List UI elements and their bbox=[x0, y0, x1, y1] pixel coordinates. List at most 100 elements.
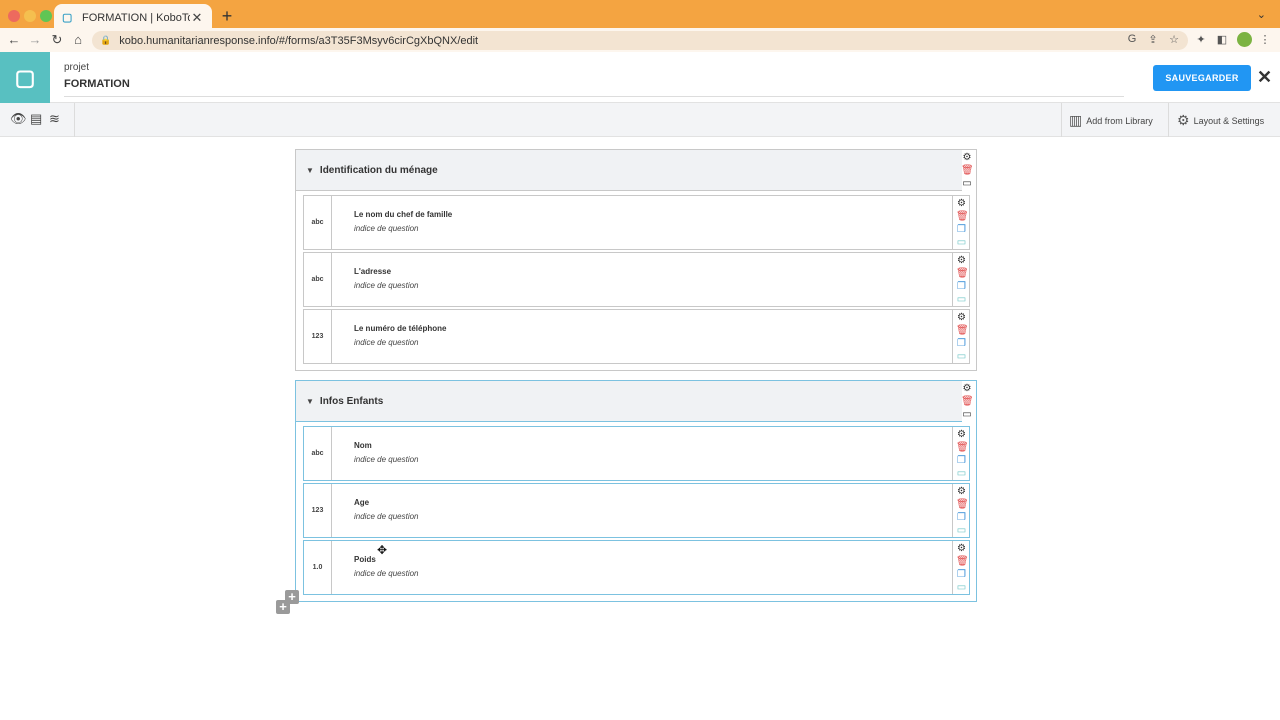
back-arrow-icon[interactable]: ← bbox=[6, 32, 22, 48]
add-question-button[interactable]: + bbox=[276, 600, 290, 614]
window-close-button[interactable] bbox=[8, 10, 20, 22]
question-library-folder-icon[interactable]: ▭ bbox=[956, 582, 967, 593]
group-questions-icon[interactable]: ≋ bbox=[49, 111, 60, 127]
close-builder-icon[interactable]: ✕ bbox=[1257, 67, 1272, 88]
profile-avatar[interactable] bbox=[1237, 32, 1252, 47]
group-header[interactable]: ▼ Identification du ménage bbox=[296, 150, 962, 191]
reload-icon[interactable]: ↻ bbox=[49, 32, 65, 48]
question-group[interactable]: ▼ Identification du ménage ⚙ 🗑 ▭ abc Le … bbox=[295, 149, 977, 371]
toolbar-divider bbox=[1061, 103, 1062, 137]
layout-settings-button[interactable]: ⚙ Layout & Settings bbox=[1177, 112, 1264, 129]
google-icon[interactable]: G bbox=[1125, 33, 1139, 45]
question-delete-trash-icon[interactable]: 🗑 bbox=[956, 556, 969, 567]
url-text: kobo.humanitarianresponse.info/#/forms/a… bbox=[119, 34, 479, 47]
question-delete-trash-icon[interactable]: 🗑 bbox=[956, 442, 969, 453]
question-settings-gear-icon[interactable]: ⚙ bbox=[956, 198, 967, 209]
question-hint[interactable]: indice de question bbox=[354, 569, 419, 578]
question-duplicate-icon[interactable]: ❐ bbox=[956, 338, 967, 349]
group-delete-trash-icon[interactable]: 🗑 bbox=[961, 396, 974, 408]
home-icon[interactable]: ⌂ bbox=[70, 32, 86, 48]
question-actions: ⚙ 🗑 ❐ ▭ bbox=[952, 541, 969, 594]
question-duplicate-icon[interactable]: ❐ bbox=[956, 455, 967, 466]
question-hint[interactable]: indice de question bbox=[354, 338, 419, 347]
layout-settings-label: Layout & Settings bbox=[1193, 115, 1265, 126]
question-type-badge: 123 bbox=[304, 310, 332, 363]
question-label[interactable]: Age bbox=[354, 498, 369, 507]
question-type-badge: 1.0 bbox=[304, 541, 332, 594]
collapse-caret-icon[interactable]: ▼ bbox=[306, 166, 314, 175]
add-from-library-label: Add from Library bbox=[1086, 115, 1153, 126]
question-settings-gear-icon[interactable]: ⚙ bbox=[956, 543, 967, 554]
group-library-folder-icon[interactable]: ▭ bbox=[961, 178, 973, 190]
move-cursor-icon: ✥ bbox=[377, 543, 388, 557]
group-settings-gear-icon[interactable]: ⚙ bbox=[961, 383, 973, 395]
question-library-folder-icon[interactable]: ▭ bbox=[956, 351, 967, 362]
window-minimize-button[interactable] bbox=[24, 10, 36, 22]
question-settings-gear-icon[interactable]: ⚙ bbox=[956, 429, 967, 440]
group-delete-trash-icon[interactable]: 🗑 bbox=[961, 165, 974, 177]
kobo-favicon-icon: ▢ bbox=[62, 12, 73, 24]
kobo-logo-icon: ▢ bbox=[14, 64, 36, 90]
group-header[interactable]: ▼ Infos Enfants bbox=[296, 381, 962, 422]
extensions-puzzle-icon[interactable]: ✦ bbox=[1194, 33, 1208, 46]
new-tab-button[interactable]: + bbox=[219, 6, 235, 27]
group-title[interactable]: Identification du ménage bbox=[320, 165, 438, 176]
collapse-caret-icon[interactable]: ▼ bbox=[306, 397, 314, 406]
question-type-badge: abc bbox=[304, 253, 332, 306]
question-library-icon[interactable]: ▤ bbox=[30, 111, 42, 127]
tab-close-icon[interactable]: ✕ bbox=[190, 10, 204, 26]
builder-toolbar: 👁 ▤ ≋ ▥ Add from Library ⚙ Layout & Sett… bbox=[0, 103, 1280, 137]
question-delete-trash-icon[interactable]: 🗑 bbox=[956, 211, 969, 222]
kobo-logo[interactable]: ▢ bbox=[0, 52, 50, 103]
question-duplicate-icon[interactable]: ❐ bbox=[956, 281, 967, 292]
question-label[interactable]: Le numéro de téléphone bbox=[354, 324, 446, 333]
project-name-field[interactable]: FORMATION bbox=[64, 78, 1124, 97]
question-delete-trash-icon[interactable]: 🗑 bbox=[956, 268, 969, 279]
share-icon[interactable]: ⇪ bbox=[1146, 33, 1160, 46]
window-zoom-button[interactable] bbox=[40, 10, 52, 22]
question-delete-trash-icon[interactable]: 🗑 bbox=[956, 325, 969, 336]
browser-menu-icon[interactable]: ⋮ bbox=[1258, 33, 1272, 46]
preview-eye-icon[interactable]: 👁 bbox=[10, 111, 27, 127]
forward-arrow-icon[interactable]: → bbox=[27, 32, 43, 48]
sidepanel-icon[interactable]: ◧ bbox=[1215, 33, 1229, 46]
lock-icon: 🔒 bbox=[100, 35, 112, 45]
question-library-folder-icon[interactable]: ▭ bbox=[956, 468, 967, 479]
question-row[interactable]: 123 Age indice de question ⚙ 🗑 ❐ ▭ bbox=[303, 483, 970, 538]
url-field[interactable]: 🔒 kobo.humanitarianresponse.info/#/forms… bbox=[92, 31, 1188, 50]
question-settings-gear-icon[interactable]: ⚙ bbox=[956, 486, 967, 497]
bookmark-star-icon[interactable]: ☆ bbox=[1167, 33, 1181, 46]
question-row[interactable]: abc Le nom du chef de famille indice de … bbox=[303, 195, 970, 250]
group-title[interactable]: Infos Enfants bbox=[320, 396, 383, 407]
question-hint[interactable]: indice de question bbox=[354, 224, 419, 233]
question-library-folder-icon[interactable]: ▭ bbox=[956, 525, 967, 536]
question-type-badge: 123 bbox=[304, 484, 332, 537]
question-delete-trash-icon[interactable]: 🗑 bbox=[956, 499, 969, 510]
question-label[interactable]: Poids bbox=[354, 555, 376, 564]
question-duplicate-icon[interactable]: ❐ bbox=[956, 512, 967, 523]
question-label[interactable]: Le nom du chef de famille bbox=[354, 210, 452, 219]
add-from-library-button[interactable]: ▥ Add from Library bbox=[1069, 112, 1153, 129]
save-button[interactable]: SAUVEGARDER bbox=[1153, 65, 1251, 91]
question-row[interactable]: 123 Le numéro de téléphone indice de que… bbox=[303, 309, 970, 364]
tab-search-chevron-icon[interactable]: ⌄ bbox=[1257, 8, 1266, 21]
question-label[interactable]: Nom bbox=[354, 441, 372, 450]
question-hint[interactable]: indice de question bbox=[354, 455, 419, 464]
question-library-folder-icon[interactable]: ▭ bbox=[956, 237, 967, 248]
question-label[interactable]: L'adresse bbox=[354, 267, 391, 276]
question-library-folder-icon[interactable]: ▭ bbox=[956, 294, 967, 305]
question-hint[interactable]: indice de question bbox=[354, 281, 419, 290]
question-settings-gear-icon[interactable]: ⚙ bbox=[956, 312, 967, 323]
question-duplicate-icon[interactable]: ❐ bbox=[956, 224, 967, 235]
question-actions: ⚙ 🗑 ❐ ▭ bbox=[952, 253, 969, 306]
question-settings-gear-icon[interactable]: ⚙ bbox=[956, 255, 967, 266]
question-row[interactable]: 1.0 Poids indice de question ⚙ 🗑 ❐ ▭ bbox=[303, 540, 970, 595]
group-library-folder-icon[interactable]: ▭ bbox=[961, 409, 973, 421]
tab-title: FORMATION | KoboToolbox bbox=[82, 12, 190, 24]
question-hint[interactable]: indice de question bbox=[354, 512, 419, 521]
group-settings-gear-icon[interactable]: ⚙ bbox=[961, 152, 973, 164]
question-duplicate-icon[interactable]: ❐ bbox=[956, 569, 967, 580]
question-group[interactable]: ▼ Infos Enfants ⚙ 🗑 ▭ abc Nom indice de … bbox=[295, 380, 977, 602]
question-row[interactable]: abc Nom indice de question ⚙ 🗑 ❐ ▭ bbox=[303, 426, 970, 481]
question-row[interactable]: abc L'adresse indice de question ⚙ 🗑 ❐ ▭ bbox=[303, 252, 970, 307]
